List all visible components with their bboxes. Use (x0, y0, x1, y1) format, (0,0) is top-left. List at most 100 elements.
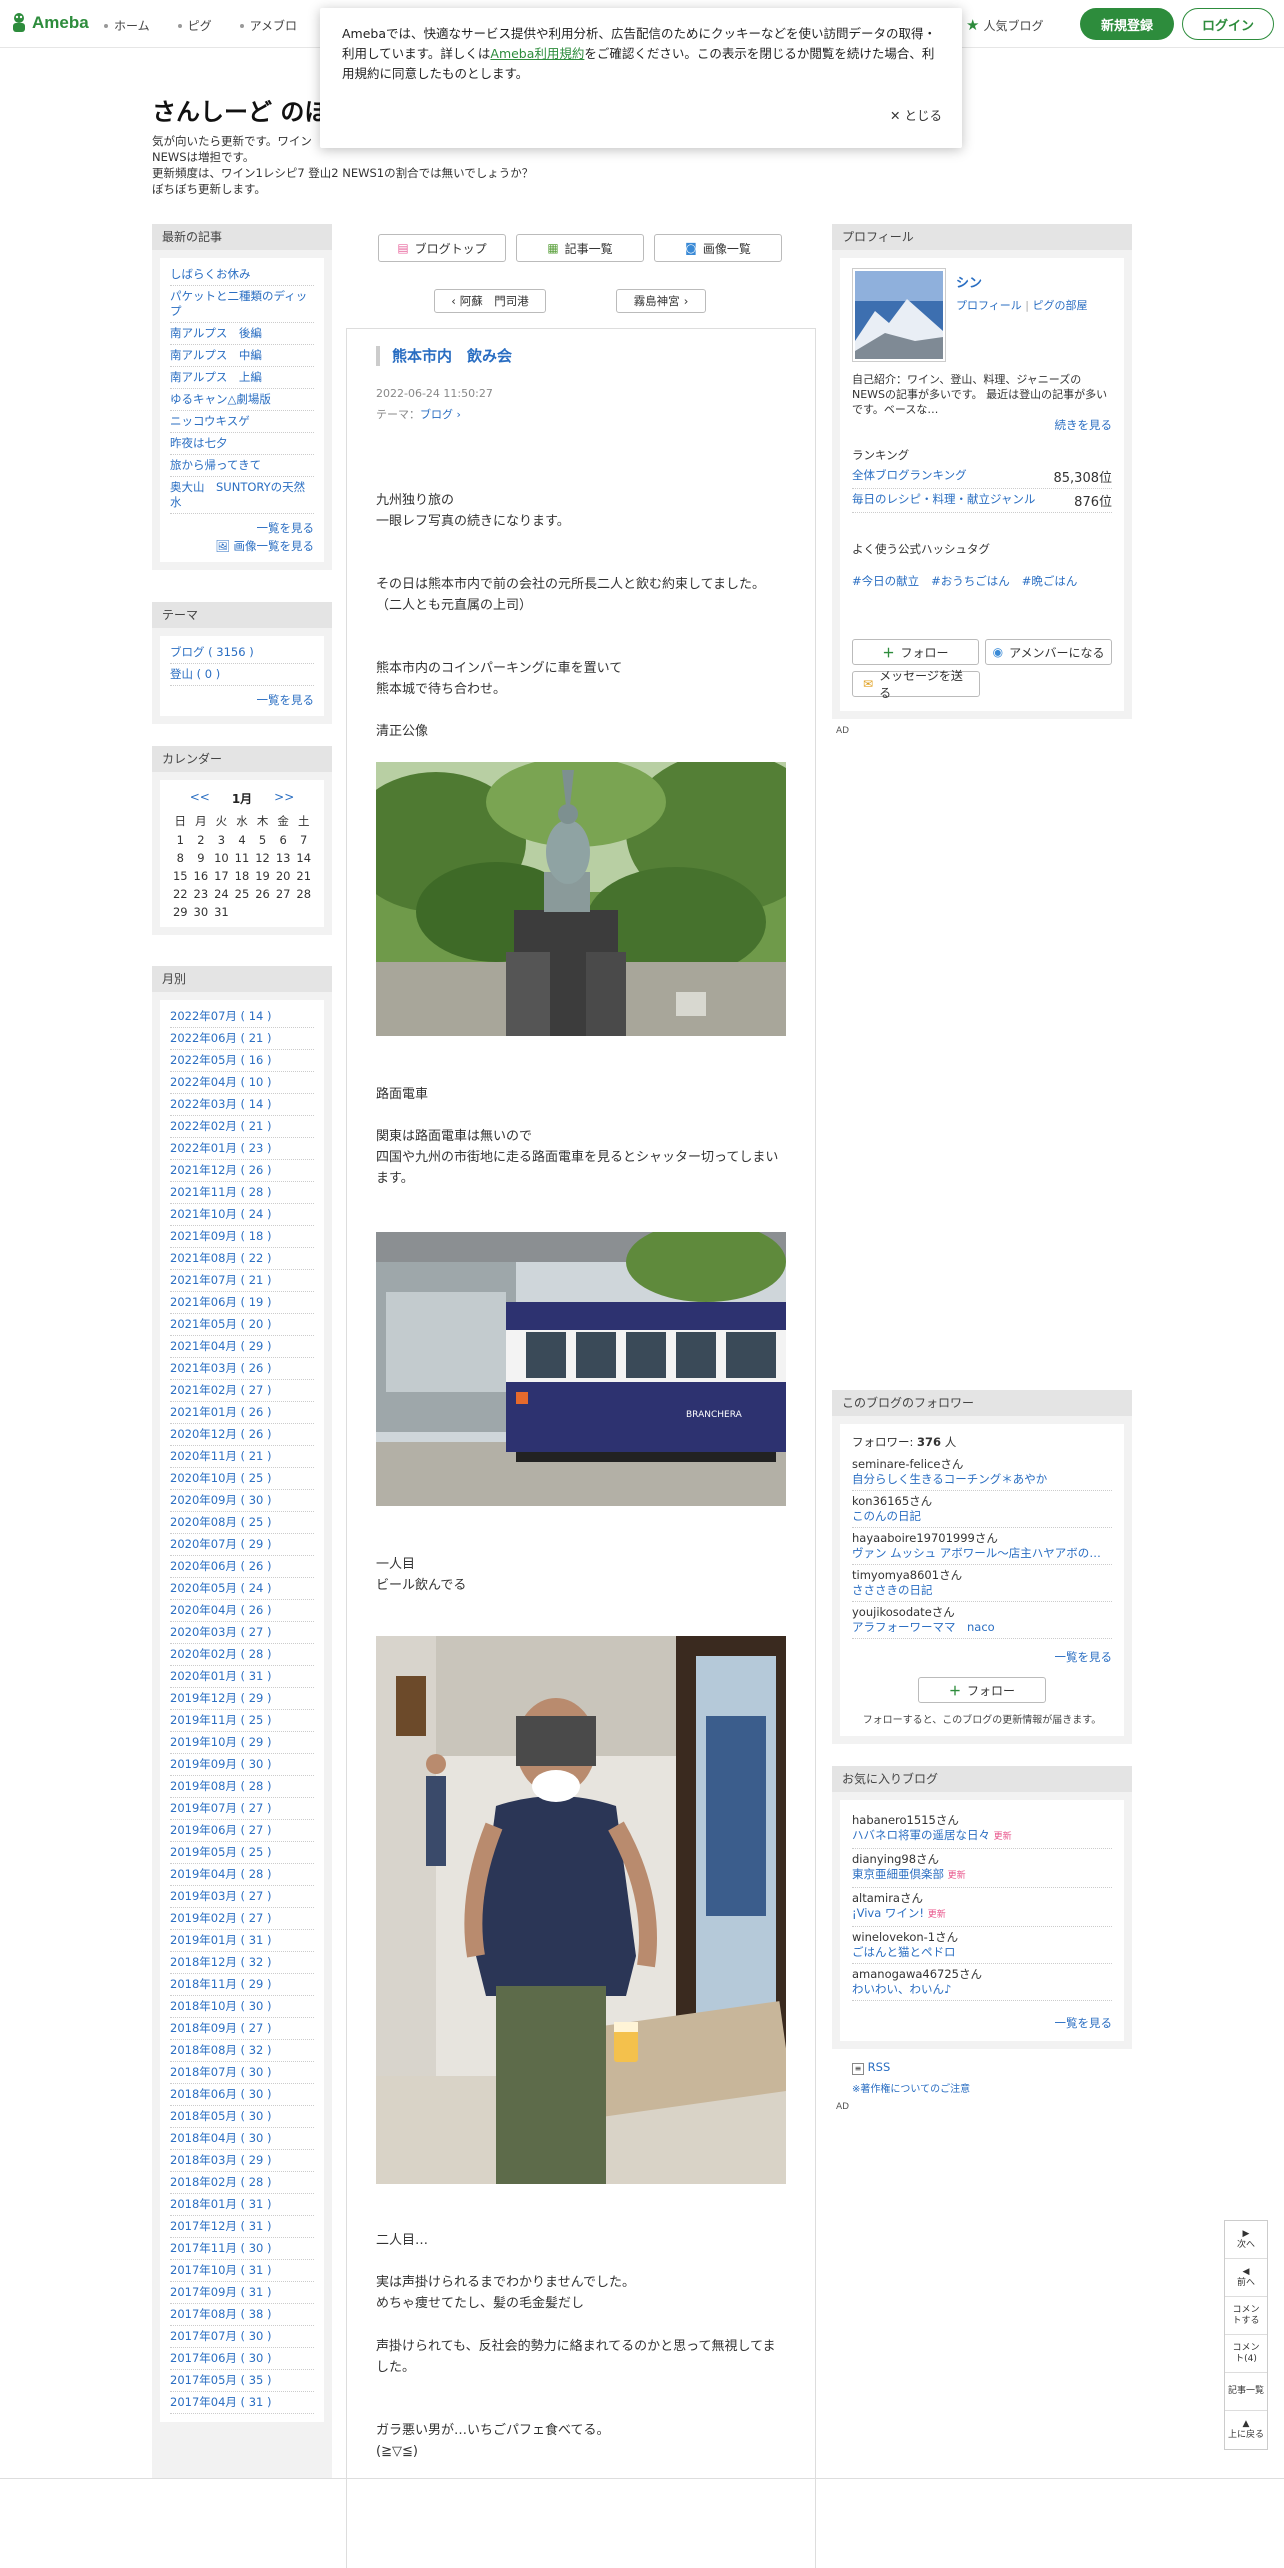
monthly-archive-link[interactable]: 2022年02月 ( 21 ) (170, 1116, 314, 1138)
monthly-archive-link[interactable]: 2017年09月 ( 31 ) (170, 2282, 314, 2304)
monthly-archive-link[interactable]: 2019年12月 ( 29 ) (170, 1688, 314, 1710)
latest-article-link[interactable]: ニッコウキスゲ (170, 411, 314, 433)
latest-article-link[interactable]: 奥大山 SUNTORYの天然水 (170, 477, 314, 514)
rss-link[interactable]: ≡ RSS (852, 2060, 890, 2075)
monthly-archive-link[interactable]: 2021年07月 ( 21 ) (170, 1270, 314, 1292)
nav-ameblo[interactable]: アメブロ (239, 17, 297, 34)
article-list-float-button[interactable]: 記事一覧 (1225, 2373, 1267, 2411)
monthly-archive-link[interactable]: 2020年04月 ( 26 ) (170, 1600, 314, 1622)
login-button[interactable]: ログイン (1182, 8, 1274, 40)
ameba-logo[interactable]: Ameba (10, 12, 89, 34)
monthly-archive-link[interactable]: 2020年02月 ( 28 ) (170, 1644, 314, 1666)
monthly-archive-link[interactable]: 2019年02月 ( 27 ) (170, 1908, 314, 1930)
blog-top-button[interactable]: ▤ ブログトップ (378, 234, 506, 262)
monthly-archive-link[interactable]: 2018年08月 ( 32 ) (170, 2040, 314, 2062)
terms-link[interactable]: Ameba利用規約 (490, 46, 584, 61)
favorite-blog-link[interactable]: わいわい、わいん♪ (852, 1982, 951, 1996)
favorite-blog-link[interactable]: ごはんと猫とペドロ (852, 1945, 956, 1959)
monthly-archive-link[interactable]: 2020年08月 ( 25 ) (170, 1512, 314, 1534)
profile-name[interactable]: シン (956, 272, 1088, 291)
article-theme-link[interactable]: ブログ (420, 408, 453, 421)
monthly-archive-link[interactable]: 2019年03月 ( 27 ) (170, 1886, 314, 1908)
favorite-blog-link[interactable]: ¡Viva ワイン! (852, 1906, 924, 1920)
monthly-archive-link[interactable]: 2018年02月 ( 28 ) (170, 2172, 314, 2194)
monthly-archive-link[interactable]: 2018年04月 ( 30 ) (170, 2128, 314, 2150)
nav-pigg[interactable]: ピグ (177, 17, 212, 34)
write-comment-button[interactable]: コメントする (1225, 2297, 1267, 2335)
monthly-archive-link[interactable]: 2018年12月 ( 32 ) (170, 1952, 314, 1974)
follow-button-2[interactable]: ＋ フォロー (918, 1677, 1046, 1703)
hashtag-link[interactable]: #おうちごはん (931, 573, 1010, 589)
article-list-button[interactable]: ▦ 記事一覧 (516, 234, 644, 262)
latest-article-link[interactable]: 旅から帰ってきて (170, 455, 314, 477)
monthly-archive-link[interactable]: 2020年01月 ( 31 ) (170, 1666, 314, 1688)
monthly-archive-link[interactable]: 2019年10月 ( 29 ) (170, 1732, 314, 1754)
calendar-next[interactable]: >> (274, 790, 294, 807)
man-photo[interactable] (376, 1636, 786, 2184)
monthly-archive-link[interactable]: 2019年01月 ( 31 ) (170, 1930, 314, 1952)
favorites-more-link[interactable]: 一覧を見る (852, 2015, 1113, 2031)
monthly-archive-link[interactable]: 2019年09月 ( 30 ) (170, 1754, 314, 1776)
monthly-archive-link[interactable]: 2020年07月 ( 29 ) (170, 1534, 314, 1556)
monthly-archive-link[interactable]: 2019年08月 ( 28 ) (170, 1776, 314, 1798)
follower-blog-link[interactable]: ヴァン ムッシュ アボワール〜店主ハヤアボのワイン (852, 1546, 1112, 1561)
follow-button[interactable]: ＋ フォロー (852, 639, 980, 665)
monthly-archive-link[interactable]: 2017年04月 ( 31 ) (170, 2392, 314, 2414)
favorite-blog-link[interactable]: ハバネロ将軍の遥居な日々 (852, 1828, 990, 1842)
latest-article-link[interactable]: 南アルプス 上編 (170, 367, 314, 389)
hashtag-link[interactable]: #今日の献立 (852, 573, 919, 589)
monthly-archive-link[interactable]: 2019年04月 ( 28 ) (170, 1864, 314, 1886)
send-message-button[interactable]: ✉ メッセージを送る (852, 669, 980, 700)
theme-link[interactable]: 登山 ( 0 ) (170, 664, 314, 686)
monthly-archive-link[interactable]: 2020年03月 ( 27 ) (170, 1622, 314, 1644)
monthly-archive-link[interactable]: 2021年08月 ( 22 ) (170, 1248, 314, 1270)
monthly-archive-link[interactable]: 2021年03月 ( 26 ) (170, 1358, 314, 1380)
theme-link[interactable]: ブログ ( 3156 ) (170, 642, 314, 664)
follower-blog-link[interactable]: アラフォーワーママ naco (852, 1620, 1112, 1635)
monthly-archive-link[interactable]: 2021年11月 ( 28 ) (170, 1182, 314, 1204)
monthly-archive-link[interactable]: 2021年09月 ( 18 ) (170, 1226, 314, 1248)
monthly-archive-link[interactable]: 2021年06月 ( 19 ) (170, 1292, 314, 1314)
monthly-archive-link[interactable]: 2021年12月 ( 26 ) (170, 1160, 314, 1182)
monthly-archive-link[interactable]: 2019年06月 ( 27 ) (170, 1820, 314, 1842)
hashtag-link[interactable]: #晩ごはん (1022, 573, 1078, 589)
genre-ranking-link[interactable]: 毎日のレシピ・料理・献立ジャンル (852, 491, 1035, 510)
monthly-archive-link[interactable]: 2018年09月 ( 27 ) (170, 2018, 314, 2040)
monthly-archive-link[interactable]: 2021年04月 ( 29 ) (170, 1336, 314, 1358)
next-article-link[interactable]: 霧島神宮 › (616, 289, 706, 313)
image-list-button[interactable]: ◙ 画像一覧 (654, 234, 782, 262)
back-to-top-button[interactable]: ▲ 上に戻る (1225, 2411, 1267, 2449)
monthly-archive-link[interactable]: 2017年07月 ( 30 ) (170, 2326, 314, 2348)
monthly-archive-link[interactable]: 2017年11月 ( 30 ) (170, 2238, 314, 2260)
monthly-archive-link[interactable]: 2021年05月 ( 20 ) (170, 1314, 314, 1336)
monthly-archive-link[interactable]: 2020年10月 ( 25 ) (170, 1468, 314, 1490)
follower-blog-link[interactable]: 自分らしく生きるコーチング＊あやか (852, 1472, 1112, 1487)
latest-article-link[interactable]: 昨夜は七夕 (170, 433, 314, 455)
latest-article-link[interactable]: しばらくお休み (170, 264, 314, 286)
monthly-archive-link[interactable]: 2017年05月 ( 35 ) (170, 2370, 314, 2392)
prev-article-link[interactable]: ‹ 阿蘇 門司港 (434, 289, 546, 313)
article-title[interactable]: 熊本市内 飲み会 (376, 346, 512, 366)
monthly-archive-link[interactable]: 2020年12月 ( 26 ) (170, 1424, 314, 1446)
latest-more-link[interactable]: 一覧を見る (170, 520, 315, 536)
monthly-archive-link[interactable]: 2017年10月 ( 31 ) (170, 2260, 314, 2282)
monthly-archive-link[interactable]: 2017年08月 ( 38 ) (170, 2304, 314, 2326)
monthly-archive-link[interactable]: 2019年05月 ( 25 ) (170, 1842, 314, 1864)
comments-button[interactable]: コメント(4) (1225, 2335, 1267, 2373)
cookie-close-button[interactable]: ✕ とじる (890, 106, 942, 126)
monthly-archive-link[interactable]: 2022年07月 ( 14 ) (170, 1006, 314, 1028)
monthly-archive-link[interactable]: 2018年01月 ( 31 ) (170, 2194, 314, 2216)
tram-photo[interactable]: BRANCHERA (376, 1232, 786, 1506)
monthly-archive-link[interactable]: 2020年11月 ( 21 ) (170, 1446, 314, 1468)
latest-article-link[interactable]: パケットと二種類のディップ (170, 286, 314, 323)
latest-article-link[interactable]: 南アルプス 中編 (170, 345, 314, 367)
popular-blogs-link[interactable]: ★ 人気ブログ (966, 16, 1043, 34)
overall-ranking-link[interactable]: 全体ブログランキング (852, 467, 967, 486)
monthly-archive-link[interactable]: 2021年01月 ( 26 ) (170, 1402, 314, 1424)
latest-article-link[interactable]: 南アルプス 後編 (170, 323, 314, 345)
copyright-link[interactable]: ※著作権についてのご注意 (852, 2080, 970, 2095)
profile-link[interactable]: プロフィール (956, 299, 1022, 312)
intro-more-link[interactable]: 続きを見る (852, 417, 1113, 433)
amember-button[interactable]: ◉ アメンバーになる (985, 639, 1112, 665)
followers-more-link[interactable]: 一覧を見る (852, 1649, 1113, 1665)
